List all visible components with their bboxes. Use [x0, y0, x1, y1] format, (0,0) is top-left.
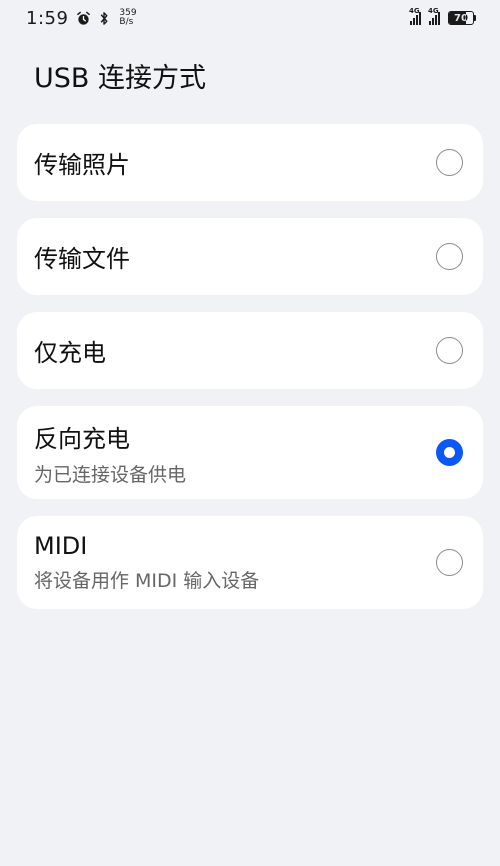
page-title: USB 连接方式	[34, 63, 207, 94]
option-label: 仅充电	[34, 339, 106, 367]
network-speed-unit: B/s	[119, 17, 134, 27]
status-time: 1:59	[26, 7, 69, 29]
status-bar: 1:59 359 B/s 4G 4G 70	[0, 0, 500, 36]
status-left: 1:59 359 B/s	[26, 8, 137, 29]
bluetooth-icon	[99, 11, 109, 26]
option-label: 传输照片	[34, 151, 130, 179]
battery-level: 70	[454, 12, 468, 24]
option-midi[interactable]: MIDI 将设备用作 MIDI 输入设备	[17, 516, 483, 609]
signal-generation: 4G	[428, 7, 439, 15]
radio-button[interactable]	[436, 549, 463, 576]
signal-icon: 4G	[409, 7, 421, 25]
status-right: 4G 4G 70	[409, 7, 476, 25]
radio-button[interactable]	[436, 337, 463, 364]
radio-button[interactable]	[436, 149, 463, 176]
option-label: 传输文件	[34, 245, 130, 273]
radio-button-selected[interactable]	[436, 439, 463, 466]
option-label: 反向充电	[34, 424, 130, 453]
radio-button[interactable]	[436, 243, 463, 270]
option-transfer-files[interactable]: 传输文件	[17, 218, 483, 295]
option-sublabel: 为已连接设备供电	[34, 463, 187, 486]
option-charge-only[interactable]: 仅充电	[17, 312, 483, 389]
signal-icon: 4G	[428, 7, 440, 25]
option-label: MIDI	[34, 532, 88, 560]
signal-generation: 4G	[409, 7, 420, 15]
option-sublabel: 将设备用作 MIDI 输入设备	[34, 570, 260, 592]
network-speed: 359 B/s	[119, 9, 136, 27]
battery-icon: 70	[448, 11, 476, 25]
option-transfer-photos[interactable]: 传输照片	[17, 124, 483, 201]
usb-mode-options: 传输照片 传输文件 仅充电 反向充电 为已连接设备供电 MIDI 将设备用作 M…	[17, 124, 483, 626]
alarm-icon	[76, 11, 91, 26]
option-reverse-charging[interactable]: 反向充电 为已连接设备供电	[17, 406, 483, 499]
